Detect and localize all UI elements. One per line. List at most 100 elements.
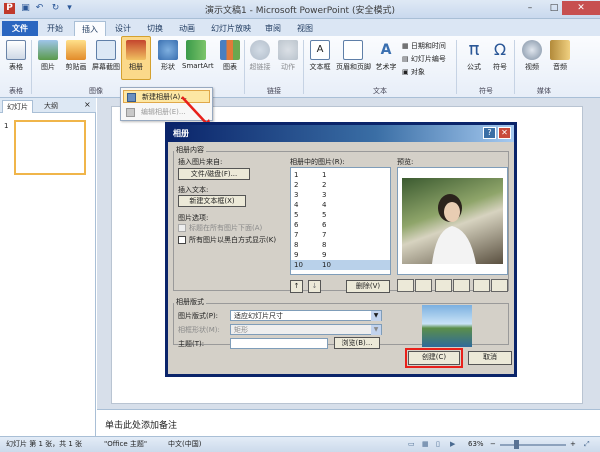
list-item-name: 5 [322, 211, 327, 219]
list-item[interactable]: 33 [291, 190, 390, 200]
minimize-button[interactable]: – [518, 1, 542, 15]
close-pane-icon[interactable]: × [84, 100, 91, 109]
hyperlink-label: 超链接 [249, 63, 271, 71]
normal-view-icon[interactable]: ▭ [408, 437, 415, 452]
tab-slides[interactable]: 幻灯片 [2, 100, 33, 113]
pictures-listbox[interactable]: 1 1 2 2 3 3 4 4 5 5 6 6 7 7 8 8 9 9 10 10 [290, 167, 391, 275]
equation-button[interactable]: π 公式 [460, 40, 488, 72]
list-item[interactable]: 44 [291, 200, 390, 210]
list-item[interactable]: 10 10 [291, 260, 390, 270]
equation-label: 公式 [467, 63, 481, 71]
brightness-up-icon[interactable] [473, 279, 490, 292]
smartart-button[interactable]: SmartArt [182, 40, 214, 70]
section-layout-label: 相册版式 [174, 297, 206, 307]
reading-view-icon[interactable]: ▯ [436, 437, 440, 452]
rotate-right-icon[interactable] [415, 279, 432, 292]
tab-slideshow[interactable]: 幻灯片放映 [204, 21, 258, 36]
symbol-button[interactable]: Ω 符号 [486, 40, 514, 72]
list-item[interactable]: 11 [291, 170, 390, 180]
picture-icon [38, 40, 58, 60]
theme-input[interactable] [230, 338, 328, 349]
new-textbox-button[interactable]: 新建文本框(X) [178, 195, 246, 207]
contrast-up-icon[interactable] [435, 279, 452, 292]
tab-outline[interactable]: 大纲 [40, 100, 62, 113]
chart-button[interactable]: 图表 [216, 40, 244, 72]
close-window-button[interactable]: ✕ [562, 1, 600, 15]
browse-button[interactable]: 浏览(B)... [334, 337, 380, 349]
audio-button[interactable]: 音频 [546, 40, 574, 72]
header-footer-icon [343, 40, 363, 60]
move-up-button[interactable]: ↑ [290, 280, 303, 293]
black-white-checkbox[interactable] [178, 236, 186, 244]
captions-checkbox[interactable] [178, 224, 186, 232]
list-item[interactable]: 55 [291, 210, 390, 220]
hyperlink-button[interactable]: 超链接 [246, 40, 274, 72]
smartart-icon [186, 40, 206, 60]
tab-design[interactable]: 设计 [108, 21, 138, 36]
list-item[interactable]: 66 [291, 220, 390, 230]
file-disk-button[interactable]: 文件/磁盘(F)... [178, 168, 250, 180]
photo-album-dialog: 相册 ? ✕ 相册内容 插入图片来自: 文件/磁盘(F)... 插入文本: 新建… [165, 122, 517, 377]
new-album-icon [127, 93, 136, 102]
zoom-out-button[interactable]: − [490, 437, 496, 452]
list-item[interactable]: 99 [291, 250, 390, 260]
list-item-index: 9 [294, 251, 299, 259]
picture-layout-select[interactable]: 适应幻灯片尺寸 ▼ [230, 310, 382, 321]
contrast-down-icon[interactable] [453, 279, 470, 292]
slide-thumbnail[interactable] [14, 120, 86, 175]
datetime-button[interactable]: ▦ 日期和时间 [402, 41, 446, 51]
symbol-label: 符号 [493, 63, 507, 71]
list-item[interactable]: 88 [291, 240, 390, 250]
zoom-slider-thumb[interactable] [514, 440, 519, 449]
tab-view[interactable]: 视图 [290, 21, 320, 36]
clipart-label: 剪贴画 [65, 63, 87, 71]
move-down-button[interactable]: ↓ [308, 280, 321, 293]
picture-button[interactable]: 图片 [34, 40, 62, 72]
clipart-button[interactable]: 剪贴画 [62, 40, 90, 72]
textbox-button[interactable]: A 文本框 [306, 40, 334, 72]
tab-transitions[interactable]: 切换 [140, 21, 170, 36]
tab-file[interactable]: 文件 [2, 21, 38, 36]
dialog-close-button[interactable]: ✕ [498, 127, 511, 139]
album-button[interactable]: 相册 [122, 40, 150, 72]
create-button[interactable]: 创建(C) [405, 348, 463, 368]
slide-number-button[interactable]: ▤ 幻灯片编号 [402, 54, 446, 64]
video-button[interactable]: 视频 [518, 40, 546, 72]
frame-shape-select[interactable]: 矩形 ▼ [230, 324, 382, 335]
list-item-index: 8 [294, 241, 299, 249]
tab-animations[interactable]: 动画 [172, 21, 202, 36]
remove-button[interactable]: 删除(V) [346, 280, 390, 293]
zoom-level[interactable]: 63% [468, 437, 484, 452]
notes-pane[interactable]: 单击此处添加备注 [97, 409, 600, 436]
separator [303, 40, 304, 94]
action-button[interactable]: 动作 [274, 40, 302, 72]
list-item[interactable]: 77 [291, 230, 390, 240]
tab-review[interactable]: 审阅 [258, 21, 288, 36]
language[interactable]: 中文(中国) [168, 437, 201, 452]
omega-icon: Ω [493, 40, 507, 59]
shapes-button[interactable]: 形状 [154, 40, 182, 72]
list-item-index: 3 [294, 191, 299, 199]
tab-home[interactable]: 开始 [40, 21, 70, 36]
list-item-index: 5 [294, 211, 299, 219]
list-item[interactable]: 22 [291, 180, 390, 190]
sorter-view-icon[interactable]: ▦ [422, 437, 429, 452]
cancel-button[interactable]: 取消 [468, 351, 512, 365]
rotate-left-icon[interactable] [397, 279, 414, 292]
table-label: 表格 [9, 63, 23, 71]
screenshot-button[interactable]: 屏幕截图 [92, 40, 120, 72]
slideshow-view-icon[interactable]: ▶ [450, 437, 455, 452]
object-button[interactable]: ▣ 对象 [402, 67, 425, 77]
table-button[interactable]: 表格 [2, 40, 30, 72]
help-button[interactable]: ? [483, 127, 496, 139]
wordart-button[interactable]: A 艺术字 [372, 40, 400, 72]
slide-info: 幻灯片 第 1 张，共 1 张 [6, 440, 83, 448]
brightness-down-icon[interactable] [491, 279, 508, 292]
table-icon [6, 40, 26, 60]
zoom-in-button[interactable]: + [570, 437, 576, 452]
zoom-slider[interactable] [500, 444, 566, 446]
tab-insert[interactable]: 插入 [74, 21, 106, 37]
header-footer-button[interactable]: 页眉和页脚 [336, 40, 371, 72]
fit-window-icon[interactable]: ⤢ [584, 437, 590, 452]
separator [244, 40, 245, 94]
